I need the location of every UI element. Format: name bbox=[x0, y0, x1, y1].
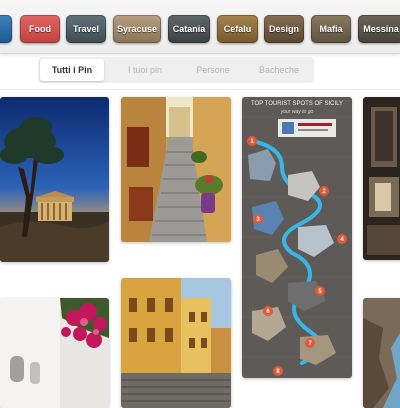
pin-infographic[interactable]: TOP TOURIST SPOTS OF SICILY your way to … bbox=[242, 97, 352, 378]
category-chip-design[interactable]: Design bbox=[264, 15, 304, 43]
tab-people[interactable]: Persone bbox=[180, 57, 246, 83]
pin-rocky-coast[interactable] bbox=[363, 298, 400, 408]
tab-boards[interactable]: Bacheche bbox=[246, 57, 312, 83]
category-chip-cefalu[interactable]: Cefalu bbox=[217, 15, 258, 43]
tab-all-pins[interactable]: Tutti i Pin bbox=[40, 59, 104, 81]
category-bar: Food Travel Syracuse Catania Cefalu Desi… bbox=[0, 0, 400, 54]
divider bbox=[0, 89, 400, 90]
tab-your-pins[interactable]: I tuoi pin bbox=[112, 57, 178, 83]
pin-bougainvillea[interactable] bbox=[0, 298, 109, 408]
category-chip-syracuse[interactable]: Syracuse bbox=[113, 15, 161, 43]
pin-stairway[interactable] bbox=[121, 97, 231, 242]
infographic-subtitle: your way to go bbox=[280, 109, 314, 115]
pin-baroque-facade[interactable] bbox=[363, 97, 400, 260]
pin-yellow-street[interactable] bbox=[121, 278, 231, 408]
pin-filter-tabs: Tutti i Pin I tuoi pin Persone Bacheche bbox=[38, 57, 314, 83]
infographic-title: TOP TOURIST SPOTS OF SICILY bbox=[251, 101, 343, 107]
category-chip-messina[interactable]: Messina bbox=[358, 15, 400, 43]
category-chip-travel[interactable]: Travel bbox=[66, 15, 106, 43]
category-chip-catania[interactable]: Catania bbox=[168, 15, 210, 43]
category-chip-mafia[interactable]: Mafia bbox=[311, 15, 351, 43]
pin-temple-tree[interactable] bbox=[0, 97, 109, 262]
category-chip-food[interactable]: Food bbox=[20, 15, 60, 43]
category-chip-partial[interactable] bbox=[0, 15, 12, 43]
